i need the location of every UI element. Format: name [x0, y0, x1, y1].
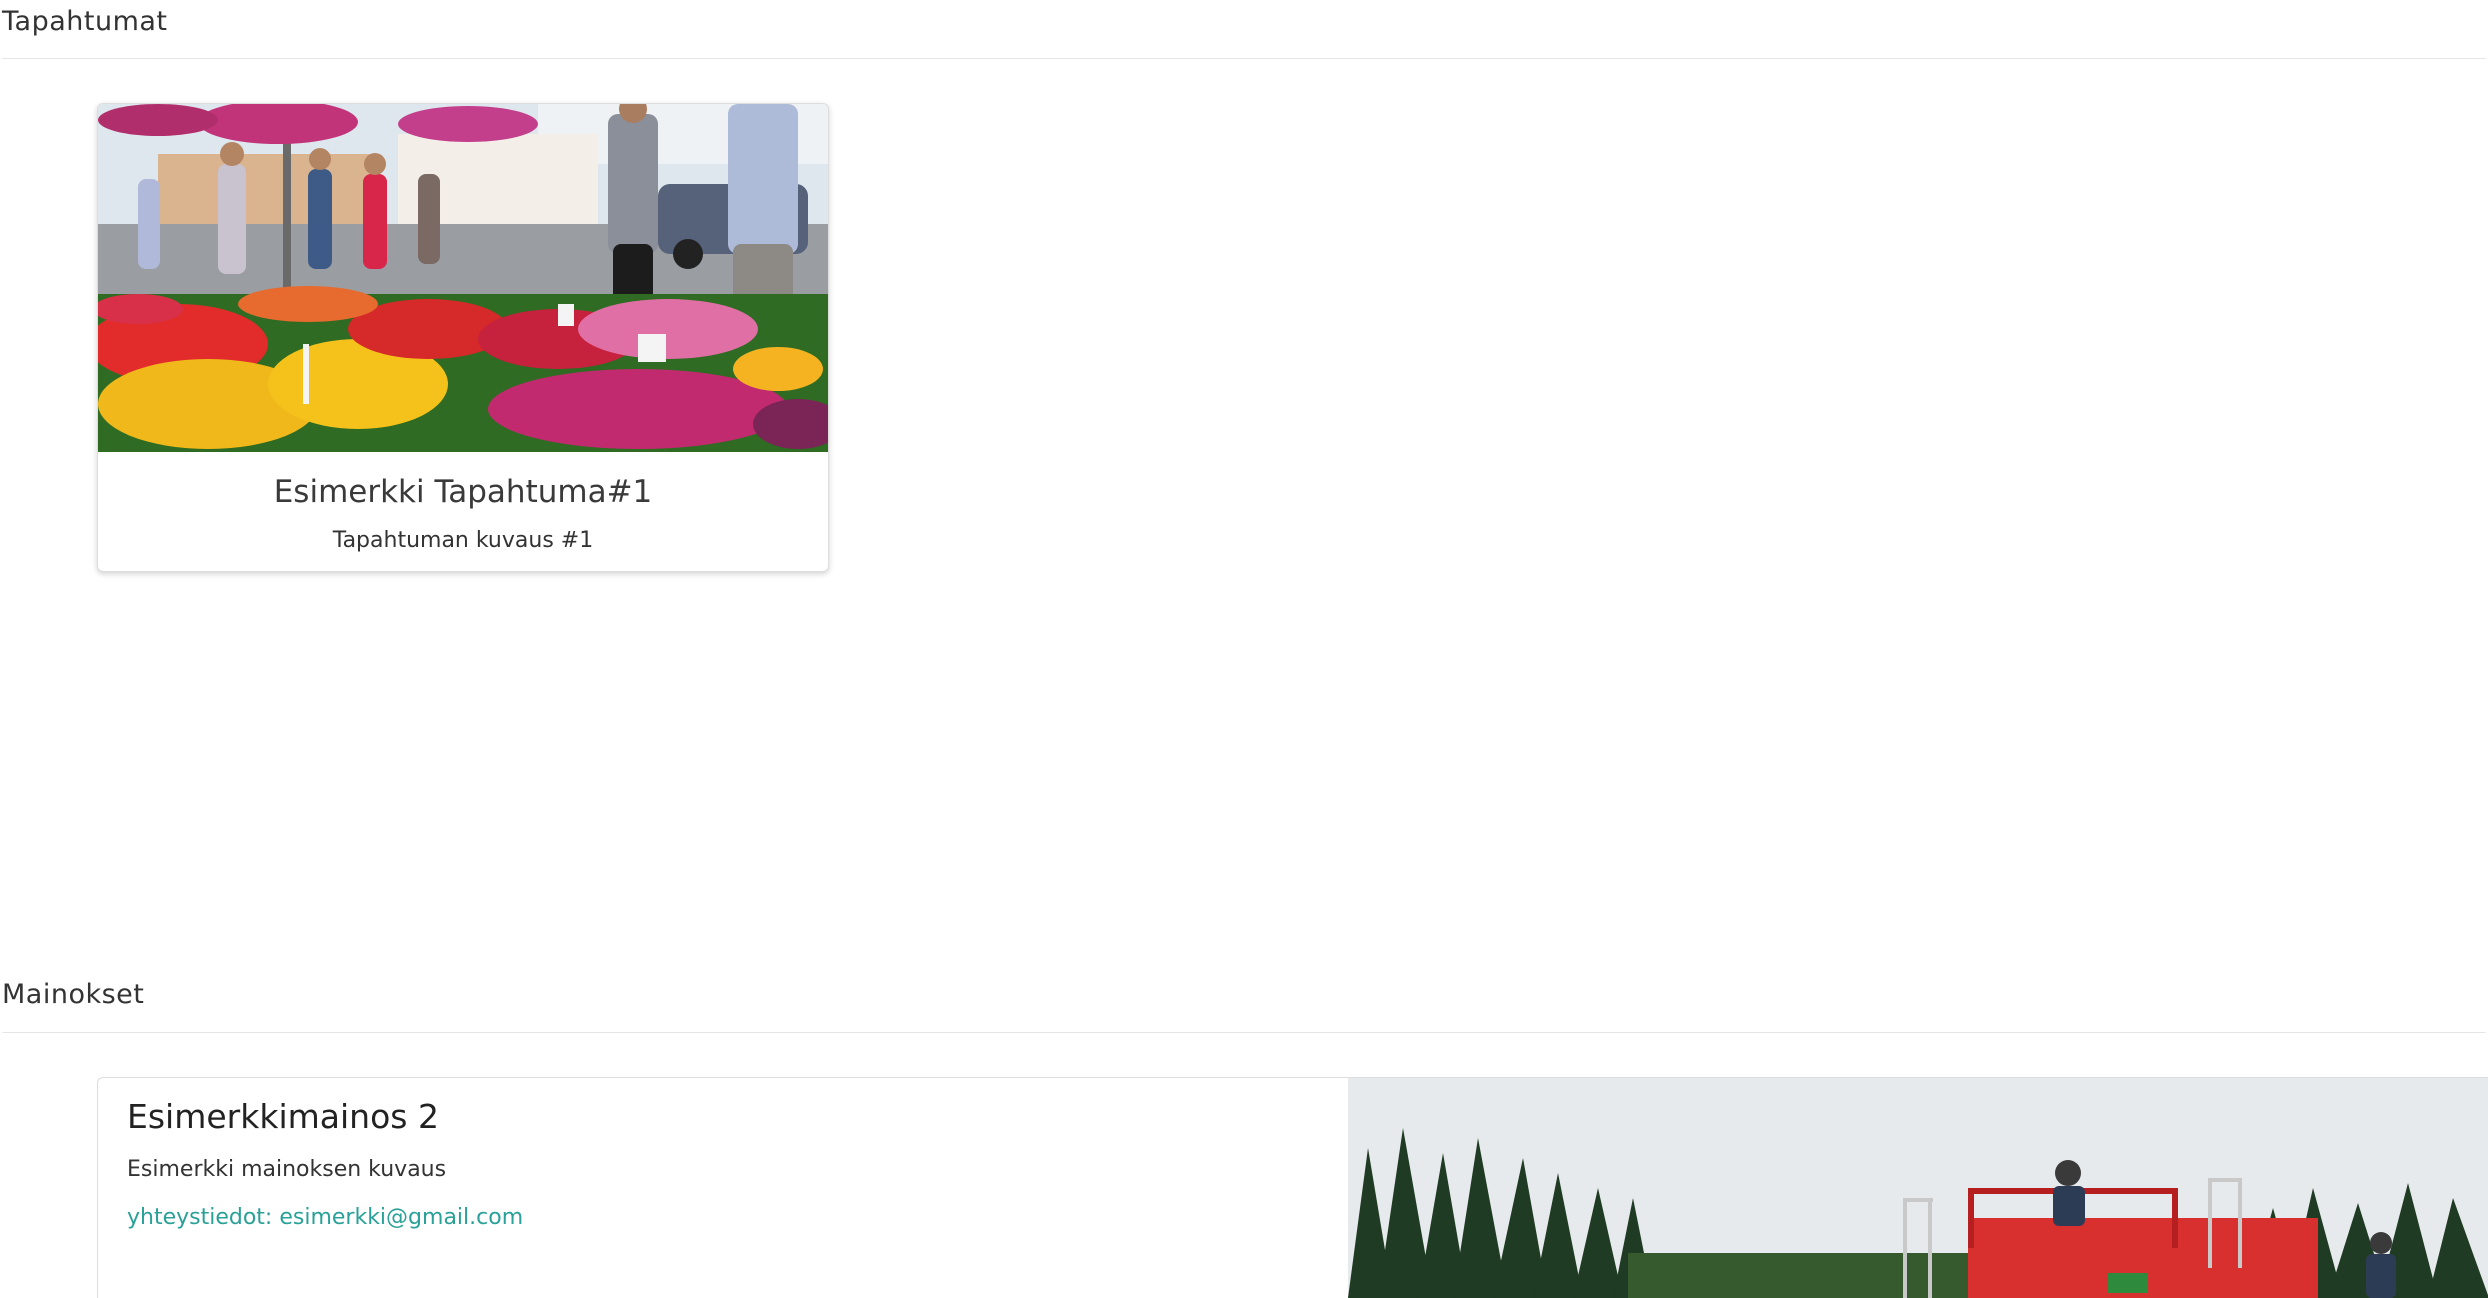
events-divider	[2, 58, 2486, 59]
ad-card[interactable]: Esimerkkimainos 2 Esimerkki mainoksen ku…	[97, 1077, 2488, 1298]
ad-title: Esimerkkimainos 2	[127, 1097, 439, 1136]
event-description: Tapahtuman kuvaus #1	[332, 528, 594, 553]
ad-contact-link[interactable]: yhteystiedot: esimerkki@gmail.com	[127, 1205, 523, 1230]
ad-description: Esimerkki mainoksen kuvaus	[127, 1157, 447, 1182]
ads-section-title: Mainokset	[2, 979, 145, 1010]
ad-image	[1348, 1078, 2488, 1298]
event-card[interactable]: Esimerkki Tapahtuma#1 Tapahtuman kuvaus …	[97, 103, 829, 572]
ads-divider	[2, 1032, 2486, 1033]
event-title: Esimerkki Tapahtuma#1	[273, 474, 653, 510]
event-image	[98, 104, 828, 452]
events-section-title: Tapahtumat	[2, 6, 168, 37]
